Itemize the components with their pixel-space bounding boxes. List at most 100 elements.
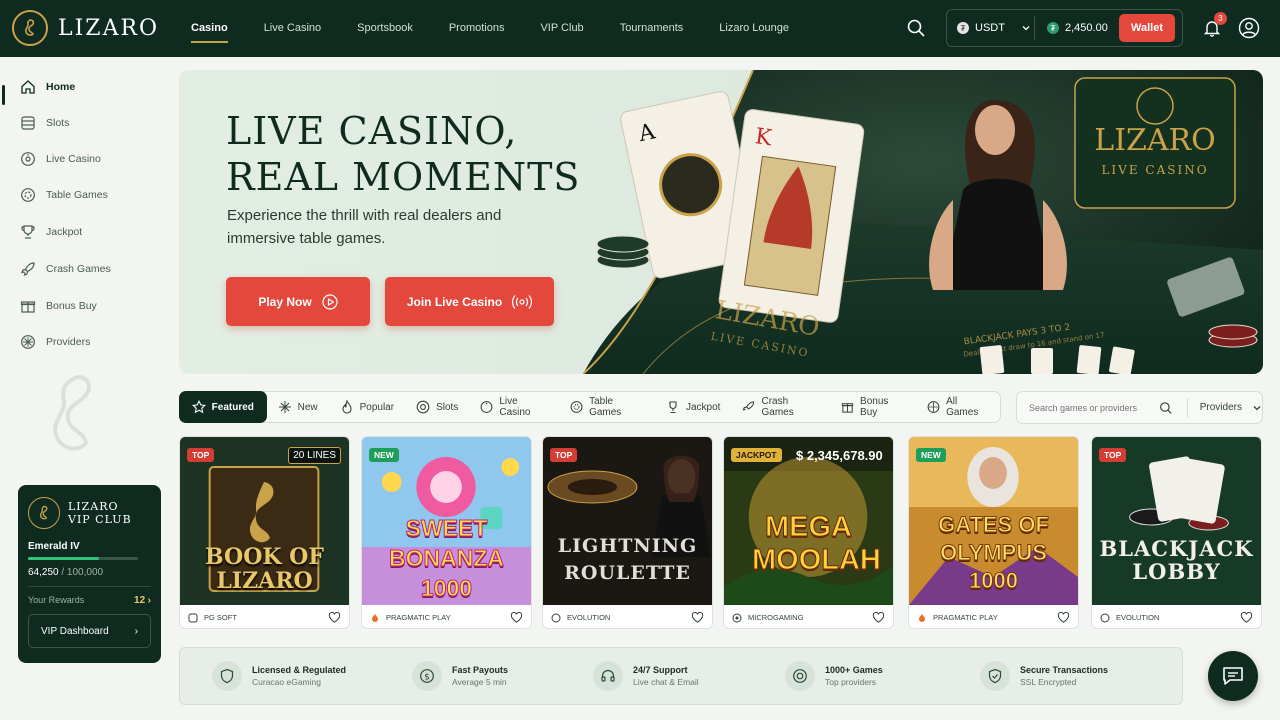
brand-logo[interactable]: LIZARO xyxy=(12,10,159,46)
sidebar-item-jackpot[interactable]: Jackpot xyxy=(20,224,82,240)
nav-lizaro-lounge[interactable]: Lizaro Lounge xyxy=(708,0,800,57)
trust-sub: Average 5 min xyxy=(452,677,507,687)
currency-label: USDT xyxy=(975,22,1005,34)
game-footer: EVOLUTION xyxy=(1092,605,1261,628)
game-card[interactable]: NEW GATES OF OLYMPUS 1000 PRAGMATIC PLAY xyxy=(908,436,1079,629)
filter-all-games[interactable]: All Games xyxy=(916,392,1000,422)
heart-icon[interactable] xyxy=(328,611,341,624)
trophy-icon xyxy=(669,401,677,414)
filter-jackpot[interactable]: Jackpot xyxy=(655,392,731,422)
trust-sub: Live chat & Email xyxy=(633,677,699,687)
game-title: LIGHTNING ROULETTE xyxy=(557,535,698,584)
game-card[interactable]: TOP LIGHTNING ROULETTE EVOLUTION xyxy=(542,436,713,629)
game-provider: MICROGAMING xyxy=(748,613,804,622)
filter-popular[interactable]: Popular xyxy=(329,392,405,422)
sidebar-item-label: Live Casino xyxy=(46,153,101,165)
filter-slots[interactable]: Slots xyxy=(405,392,469,422)
filter-new[interactable]: New xyxy=(267,392,329,422)
heart-icon[interactable] xyxy=(510,611,523,624)
nav-tournaments[interactable]: Tournaments xyxy=(609,0,695,57)
nav-casino[interactable]: Casino xyxy=(180,0,239,57)
play-circle-icon xyxy=(322,293,338,310)
trust-sub: Curacao eGaming xyxy=(252,677,321,687)
sign-sub-text: LIVE CASINO xyxy=(1101,163,1208,177)
join-live-casino-button[interactable]: Join Live Casino xyxy=(385,277,554,326)
game-card[interactable]: TOP 20 LINES BOOK OF LIZARO PG SOFT xyxy=(179,436,350,629)
dollar-clock-icon: $ xyxy=(412,661,442,691)
lizard-logo-icon xyxy=(28,497,60,529)
nav-promotions[interactable]: Promotions xyxy=(438,0,516,57)
sidebar-item-slots[interactable]: Slots xyxy=(20,115,69,131)
filter-crash-games[interactable]: Crash Games xyxy=(731,392,830,422)
filter-featured[interactable]: Featured xyxy=(179,391,267,423)
jackpot-amount: $ 2,345,678.90 xyxy=(796,448,883,463)
game-card[interactable]: JACKPOT $ 2,345,678.90 MEGA MOOLAH MICRO… xyxy=(723,436,894,629)
wallet-button[interactable]: Wallet xyxy=(1119,14,1175,42)
game-title: BOOK OF LIZARO xyxy=(205,544,324,594)
trust-item-payouts: $ Fast Payouts Average 5 min xyxy=(412,661,508,691)
currency-select[interactable]: ₮ USDT xyxy=(947,16,1035,40)
play-now-button[interactable]: Play Now xyxy=(226,277,370,326)
providers-icon xyxy=(21,335,35,349)
game-footer: PG SOFT xyxy=(180,605,349,628)
vip-title: LIZARO VIP CLUB xyxy=(68,500,132,526)
trust-title: Licensed & Regulated xyxy=(252,665,347,675)
flame-icon xyxy=(342,400,352,414)
sidebar-item-label: Table Games xyxy=(46,189,108,201)
game-tag: NEW xyxy=(369,448,399,462)
chevron-right-icon: › xyxy=(147,595,151,606)
sidebar-item-live-casino[interactable]: Live Casino xyxy=(20,151,101,167)
vip-dashboard-button[interactable]: VIP Dashboard › xyxy=(28,614,151,648)
sidebar-item-label: Jackpot xyxy=(46,226,83,238)
tether-coin-icon: ₮ xyxy=(957,22,969,34)
sparkle-icon xyxy=(278,401,291,413)
search-icon[interactable] xyxy=(906,18,926,38)
provider-logo-icon xyxy=(732,613,742,622)
heart-icon[interactable] xyxy=(1057,611,1070,624)
user-icon[interactable] xyxy=(1238,17,1260,39)
game-search-bar: Providers xyxy=(1016,391,1263,424)
game-title: GATES OF OLYMPUS 1000 xyxy=(938,512,1050,594)
nav-sportsbook[interactable]: Sportsbook xyxy=(346,0,424,57)
vip-rewards-count-wrap: 12 › xyxy=(134,595,151,606)
trust-strip: Licensed & Regulated Curacao eGaming $ Fa… xyxy=(179,647,1183,705)
heart-icon[interactable] xyxy=(691,611,704,624)
game-title: MEGA MOOLAH xyxy=(752,511,882,577)
filter-label: New xyxy=(297,401,318,413)
heart-icon[interactable] xyxy=(872,611,885,624)
sidebar-item-providers[interactable]: Providers xyxy=(20,334,90,350)
sidebar-item-home[interactable]: Home xyxy=(20,79,75,95)
sidebar-active-indicator xyxy=(2,85,5,105)
filter-label: Live Casino xyxy=(499,396,531,418)
provider-logo-icon xyxy=(372,613,378,622)
sidebar-item-bonus-buy[interactable]: Bonus Buy xyxy=(20,298,97,314)
sidebar-item-table-games[interactable]: Table Games xyxy=(20,187,108,203)
trust-title: Fast Payouts xyxy=(452,665,509,675)
filter-table-games[interactable]: Table Games xyxy=(559,392,655,422)
sidebar-item-label: Crash Games xyxy=(46,263,111,275)
sidebar-item-crash-games[interactable]: Crash Games xyxy=(20,261,111,277)
game-card[interactable]: TOP BLACKJACK LOBBY EVOLUTION xyxy=(1091,436,1262,629)
nav-live-casino[interactable]: Live Casino xyxy=(253,0,332,57)
lock-shield-icon xyxy=(980,661,1010,691)
svg-text:$: $ xyxy=(424,673,430,683)
providers-dropdown[interactable]: Providers xyxy=(1186,397,1262,418)
game-search-input[interactable] xyxy=(1029,402,1152,413)
game-title: BLACKJACK LOBBY xyxy=(1099,536,1254,584)
chip-icon xyxy=(785,661,815,691)
vip-rewards-label: Your Rewards xyxy=(28,595,85,605)
game-card[interactable]: NEW SWEET BONANZA 1000 PRAGMATIC PLAY xyxy=(361,436,532,629)
hero-title: LIVE CASINO, REAL MOMENTS xyxy=(226,108,580,200)
filter-bonus-buy[interactable]: Bonus Buy xyxy=(830,392,916,422)
game-footer: EVOLUTION xyxy=(543,605,712,628)
hero-title-line2: REAL MOMENTS xyxy=(226,155,581,199)
nav-vip-club[interactable]: VIP Club xyxy=(529,0,594,57)
heart-icon[interactable] xyxy=(1240,611,1253,624)
filter-live-casino[interactable]: Live Casino xyxy=(469,392,559,422)
live-chat-button[interactable] xyxy=(1208,651,1258,701)
sidebar: Home Slots Live Casino Table Games Jackp… xyxy=(0,57,168,720)
vip-rewards-row[interactable]: Your Rewards 12 › xyxy=(28,586,151,606)
hero-title-line1: LIVE CASINO, xyxy=(226,109,518,153)
search-icon[interactable] xyxy=(1159,401,1173,415)
roulette-icon xyxy=(480,401,493,413)
